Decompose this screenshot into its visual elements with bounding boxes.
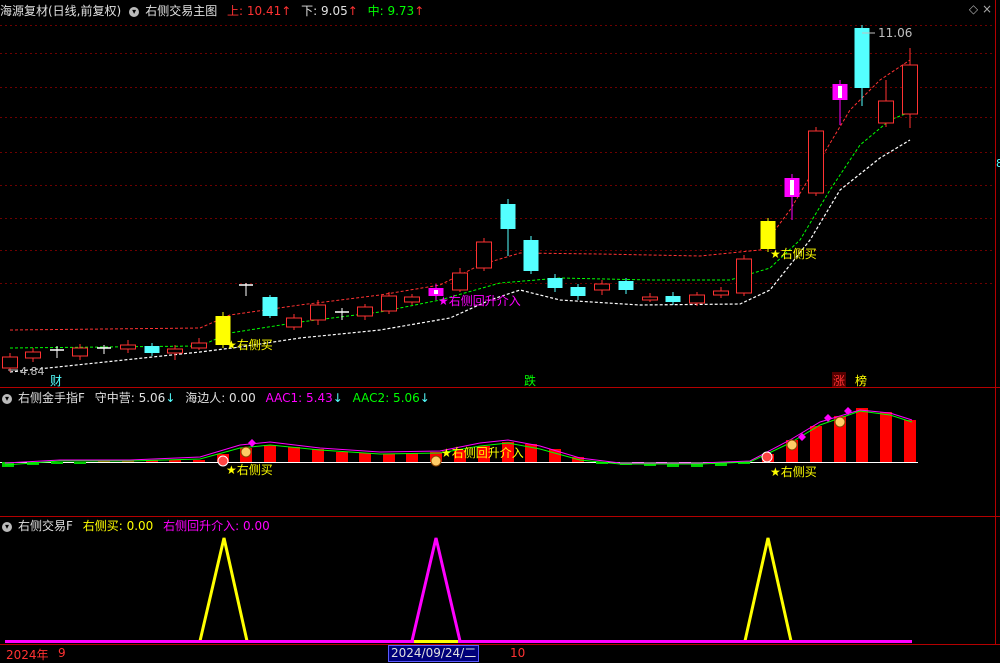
panel-frames: [0, 0, 1000, 662]
candle-body: [689, 294, 705, 304]
histogram-bar: [288, 447, 300, 462]
money-bag-icon: [786, 439, 798, 451]
candle-body: [310, 304, 326, 321]
tag-zhang[interactable]: 涨: [833, 373, 845, 388]
red-dot-icon: [761, 451, 773, 463]
candle-body: [760, 221, 776, 249]
tag-cai[interactable]: 财: [50, 374, 62, 388]
histogram-bar: [810, 426, 822, 462]
signal-peak-1: [198, 537, 249, 642]
histogram-bar: [51, 462, 63, 464]
histogram-bar: [74, 462, 86, 464]
chart-window: 海源复材(日线,前复权) ▾ 右侧交易主图 上: 10.41↑ 下: 9.05↑ 中…: [0, 0, 1000, 662]
candle-body: [404, 296, 420, 303]
axis-year: 2024年: [6, 648, 49, 662]
candle-body: [854, 28, 870, 88]
candle-body: [144, 346, 160, 353]
candle-body: [547, 278, 563, 288]
candle-body: [808, 130, 824, 194]
candle-body: [618, 281, 634, 290]
date-axis: 2024年 9 2024/09/24/二 10: [0, 645, 1000, 662]
candle-body: [594, 283, 610, 291]
candle-body: [286, 317, 302, 328]
candle-body: [357, 306, 373, 317]
candle-body: [476, 241, 492, 269]
histogram-bar: [856, 408, 868, 462]
diamond-marker-icon: [248, 439, 256, 447]
histogram-bar: [904, 420, 916, 462]
candle-body: [167, 348, 183, 354]
histogram-bar: [383, 454, 395, 462]
histogram-bar: [336, 452, 348, 462]
signal-peak-2: [410, 537, 462, 642]
signal-rise-1: ★右侧回升介入: [438, 293, 521, 308]
axis-month-9: 9: [58, 646, 66, 660]
tag-die[interactable]: 跌: [524, 373, 536, 388]
candle-inner: [838, 86, 842, 98]
candle-body: [570, 287, 586, 296]
high-value-label: 11.06: [878, 26, 912, 40]
candle-inner: [790, 180, 794, 195]
grid-lines: [0, 25, 995, 284]
signal-buy-2: ★右侧买: [770, 246, 817, 261]
candle-body: [878, 100, 894, 124]
candle-body: [191, 342, 207, 349]
histogram-bar: [880, 412, 892, 462]
histogram-bar: [264, 445, 276, 462]
histogram-bar: [312, 449, 324, 462]
candle-body: [902, 64, 918, 115]
candle-body: [452, 272, 468, 291]
candle-body: [642, 296, 658, 301]
money-bag-icon: [834, 416, 846, 428]
candle-body: [713, 290, 729, 296]
axis-selected-date[interactable]: 2024/09/24/二: [388, 645, 480, 662]
p2-signal-buy-2: ★右侧买: [770, 464, 817, 479]
histogram-bar: [359, 453, 371, 462]
axis-month-10: 10: [510, 646, 526, 660]
candle-body: [262, 297, 278, 316]
candle-body: [523, 240, 539, 271]
histogram-bar: [406, 453, 418, 462]
candle-body: [120, 344, 136, 350]
candle-body: [72, 347, 88, 357]
signal-buy-1: ★右侧买: [226, 337, 273, 352]
candle-body: [500, 204, 516, 229]
p2-signal-buy-1: ★右侧买: [226, 462, 273, 477]
candle-body: [25, 351, 41, 359]
signal-peak-3: [743, 537, 793, 642]
candle-body: [381, 295, 397, 312]
candlesticks: [2, 25, 918, 372]
money-bag-icon: [430, 455, 442, 467]
chart-canvas[interactable]: 11.06 4.84 ★右侧买 ★右侧回升介入 ★右侧买 8 财 跌 涨 榜 ★…: [0, 0, 1000, 662]
p2-signal-rise: ★右侧回升介入: [441, 445, 524, 460]
tag-bang[interactable]: 榜: [855, 373, 867, 388]
candle-body: [736, 258, 752, 294]
right-edge-value: 8: [996, 157, 1000, 170]
candle-body: [665, 296, 681, 302]
low-value-label: 4.84: [20, 365, 45, 378]
candle-body: [2, 356, 18, 369]
money-bag-icon: [240, 446, 252, 458]
histogram-bar: [193, 460, 205, 462]
